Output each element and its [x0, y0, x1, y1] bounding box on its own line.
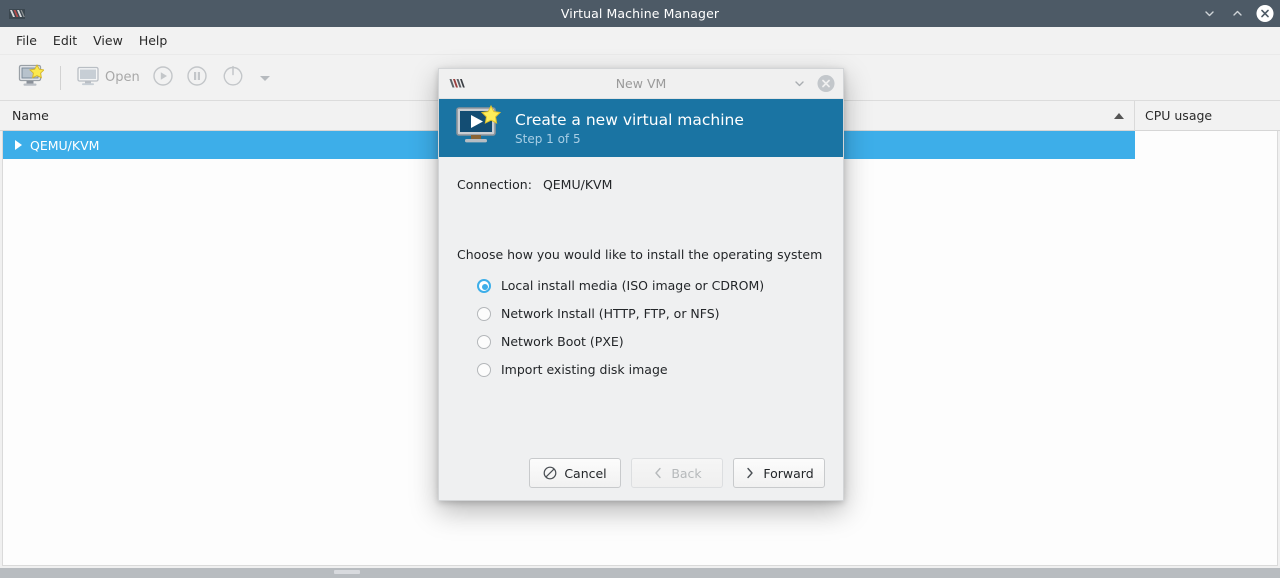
dialog-titlebar: New VM [439, 69, 843, 99]
radio-label: Local install media (ISO image or CDROM) [501, 278, 765, 293]
new-virtual-machine-icon [18, 63, 45, 92]
open-button[interactable]: Open [71, 61, 146, 95]
run-button[interactable] [146, 61, 180, 95]
window-titlebar: Virtual Machine Manager [0, 0, 1280, 27]
list-item-label: QEMU/KVM [30, 137, 100, 153]
cancel-button-label: Cancel [564, 465, 607, 481]
dialog-close-button[interactable] [817, 74, 835, 93]
menu-help[interactable]: Help [131, 30, 176, 51]
monitor-icon [77, 66, 99, 90]
new-virtual-machine-button[interactable] [12, 61, 50, 95]
expand-triangle-icon[interactable] [15, 140, 22, 150]
radio-import-existing-disk-image[interactable]: Import existing disk image [477, 362, 825, 377]
dialog-menu-button[interactable] [790, 75, 808, 93]
chevron-right-icon [744, 466, 756, 480]
power-circle-icon [220, 63, 246, 93]
vmm-app-icon [9, 6, 25, 22]
back-button-label: Back [671, 465, 702, 481]
dialog-window-controls [790, 74, 835, 93]
no-entry-icon [543, 466, 557, 480]
radio-network-install[interactable]: Network Install (HTTP, FTP, or NFS) [477, 306, 825, 321]
radio-indicator [477, 334, 491, 349]
menubar: File Edit View Help [0, 27, 1280, 55]
menu-view[interactable]: View [85, 30, 131, 51]
install-method-radio-group: Local install media (ISO image or CDROM)… [457, 278, 825, 377]
dialog-header-step: Step 1 of 5 [515, 131, 581, 146]
resize-grip[interactable] [334, 570, 360, 574]
dialog-header-banner: Create a new virtual machine Step 1 of 5 [439, 99, 843, 157]
caret-down-icon [258, 68, 272, 87]
menu-file[interactable]: File [8, 30, 45, 51]
back-button[interactable]: Back [631, 458, 723, 488]
open-button-label: Open [105, 70, 140, 85]
radio-label: Import existing disk image [501, 362, 668, 377]
radio-indicator [477, 362, 491, 377]
toolbar-overflow-button[interactable] [252, 61, 278, 95]
window-title: Virtual Machine Manager [560, 6, 720, 21]
pause-circle-icon [186, 65, 208, 91]
minimize-button[interactable] [1200, 5, 1218, 23]
connection-row: Connection: QEMU/KVM [457, 177, 825, 192]
menu-edit[interactable]: Edit [45, 30, 85, 51]
sort-ascending-icon [1114, 112, 1124, 119]
dialog-header-title: Create a new virtual machine [515, 110, 744, 129]
dialog-footer: Cancel Back Forward [439, 446, 843, 500]
window-controls [1200, 0, 1274, 27]
chevron-left-icon [652, 466, 664, 480]
pause-button[interactable] [180, 61, 214, 95]
radio-indicator [477, 306, 491, 321]
column-header-cpu-usage-label: CPU usage [1145, 108, 1213, 123]
radio-indicator [477, 278, 491, 293]
forward-button[interactable]: Forward [733, 458, 825, 488]
dialog-title: New VM [615, 76, 667, 91]
play-circle-icon [152, 65, 174, 91]
radio-network-boot-pxe[interactable]: Network Boot (PXE) [477, 334, 825, 349]
vmm-app-icon [449, 77, 465, 91]
connection-label: Connection: [457, 177, 532, 192]
column-header-name-label: Name [12, 108, 49, 123]
column-header-cpu-usage[interactable]: CPU usage [1135, 101, 1280, 130]
dialog-body: Connection: QEMU/KVM Choose how you woul… [439, 157, 843, 446]
new-vm-dialog: New VM Create a new virtual machine Step… [438, 68, 844, 501]
radio-local-install-media[interactable]: Local install media (ISO image or CDROM) [477, 278, 825, 293]
maximize-button[interactable] [1228, 5, 1246, 23]
shutdown-button[interactable] [214, 61, 252, 95]
toolbar-separator [60, 65, 61, 90]
cancel-button[interactable]: Cancel [529, 458, 621, 488]
install-method-prompt: Choose how you would like to install the… [457, 247, 823, 262]
window-bottom-strip [0, 568, 1280, 578]
forward-button-label: Forward [763, 465, 814, 481]
radio-label: Network Boot (PXE) [501, 334, 624, 349]
radio-label: Network Install (HTTP, FTP, or NFS) [501, 306, 720, 321]
connection-value: QEMU/KVM [542, 177, 613, 192]
close-button[interactable] [1256, 4, 1274, 23]
new-virtual-machine-icon [455, 104, 502, 151]
